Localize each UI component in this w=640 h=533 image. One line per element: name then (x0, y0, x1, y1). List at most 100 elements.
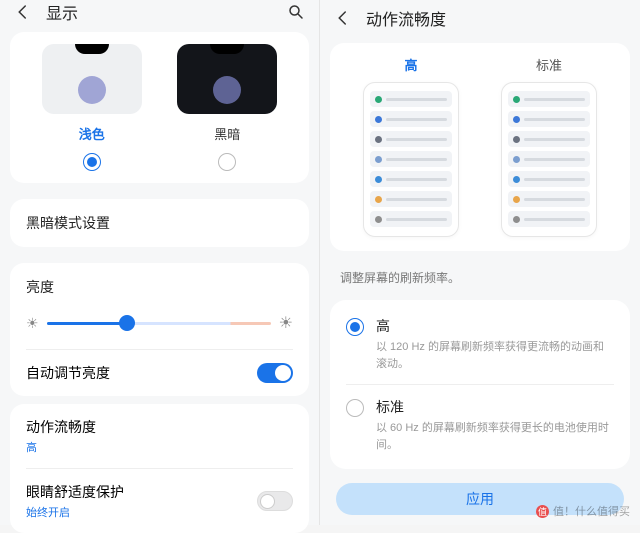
back-icon[interactable] (334, 9, 352, 27)
theme-option-dark[interactable]: 黑暗 (167, 44, 287, 143)
mini-dot-icon (375, 176, 382, 183)
refresh-option-row[interactable]: 高以 120 Hz 的屏幕刷新频率获得更流畅的动画和滚动。 (330, 304, 630, 384)
display-settings-pane: 显示 浅色 黑暗 (0, 0, 320, 525)
mini-list-item (508, 131, 590, 147)
preview-standard-col: 标准 (480, 55, 618, 237)
auto-brightness-label: 自动调节亮度 (26, 363, 110, 383)
mini-list-item (508, 211, 590, 227)
mini-bar (386, 98, 447, 101)
refresh-preview-card: 高 标准 (330, 43, 630, 251)
mini-dot-icon (513, 96, 520, 103)
back-icon[interactable] (14, 3, 32, 21)
mini-list-item (508, 151, 590, 167)
right-header: 动作流畅度 (320, 0, 640, 35)
refresh-option-radio[interactable] (346, 318, 364, 336)
section-label: 调整屏幕的刷新频率。 (320, 259, 640, 292)
light-theme-preview (42, 44, 142, 114)
page-title-motion: 动作流畅度 (366, 6, 626, 30)
page-title-display: 显示 (46, 0, 287, 24)
refresh-option-row[interactable]: 标准以 60 Hz 的屏幕刷新频率获得更长的电池使用时间。 (330, 385, 630, 465)
watermark: 值 值！什么值得买 (536, 503, 630, 519)
mini-bar (524, 178, 585, 181)
mini-dot-icon (375, 96, 382, 103)
mini-list-item (370, 191, 452, 207)
refresh-option-title: 高 (376, 316, 614, 336)
mini-list-item (508, 91, 590, 107)
mini-list-item (370, 131, 452, 147)
mini-dot-icon (513, 196, 520, 203)
mini-bar (386, 138, 447, 141)
mini-bar (386, 178, 447, 181)
auto-brightness-toggle[interactable] (257, 363, 293, 383)
mini-bar (524, 138, 585, 141)
left-header: 显示 (0, 0, 319, 24)
preview-standard-label: 标准 (536, 55, 562, 74)
brightness-thumb[interactable] (119, 315, 135, 331)
mini-bar (386, 158, 447, 161)
mini-bar (524, 118, 585, 121)
refresh-option-desc: 以 120 Hz 的屏幕刷新频率获得更流畅的动画和滚动。 (376, 339, 614, 372)
mini-list-item (508, 111, 590, 127)
dark-mode-settings-row[interactable]: 黑暗模式设置 (10, 199, 309, 247)
eye-comfort-value: 始终开启 (26, 504, 124, 520)
mini-phone-high (363, 82, 459, 237)
motion-value: 高 (26, 439, 293, 455)
refresh-options-card: 高以 120 Hz 的屏幕刷新频率获得更流畅的动画和滚动。标准以 60 Hz 的… (330, 300, 630, 469)
mini-list-item (370, 171, 452, 187)
mini-dot-icon (375, 156, 382, 163)
mini-dot-icon (375, 216, 382, 223)
preview-high-col: 高 (342, 55, 480, 237)
light-theme-label: 浅色 (79, 124, 105, 143)
refresh-option-title: 标准 (376, 397, 614, 417)
refresh-option-radio[interactable] (346, 399, 364, 417)
brightness-title: 亮度 (26, 277, 293, 297)
mini-dot-icon (513, 136, 520, 143)
brightness-slider[interactable] (47, 322, 271, 325)
dark-theme-label: 黑暗 (214, 124, 240, 143)
mini-bar (524, 218, 585, 221)
dark-mode-settings-label: 黑暗模式设置 (26, 215, 110, 231)
mini-dot-icon (375, 196, 382, 203)
mini-list-item (370, 211, 452, 227)
mini-phone-standard (501, 82, 597, 237)
watermark-text: 值！什么值得买 (553, 503, 630, 519)
light-theme-radio[interactable] (83, 153, 101, 171)
mini-dot-icon (513, 176, 520, 183)
mini-list-item (508, 171, 590, 187)
motion-title: 动作流畅度 (26, 417, 293, 437)
dark-theme-preview (177, 44, 277, 114)
mini-dot-icon (375, 116, 382, 123)
mini-bar (386, 198, 447, 201)
watermark-icon: 值 (536, 505, 549, 518)
mini-dot-icon (375, 136, 382, 143)
mini-dot-icon (513, 156, 520, 163)
theme-option-light[interactable]: 浅色 (32, 44, 152, 143)
sun-high-icon: ☀︎ (279, 313, 293, 333)
mini-list-item (370, 111, 452, 127)
eye-comfort-row[interactable]: 眼睛舒适度保护 始终开启 (10, 469, 309, 533)
display-options-card: 动作流畅度 高 眼睛舒适度保护 始终开启 (10, 404, 309, 533)
mini-bar (386, 218, 447, 221)
mini-list-item (370, 91, 452, 107)
motion-smoothness-pane: 动作流畅度 高 标准 调整屏幕的刷新频率。 高以 120 Hz 的屏幕刷新频率获… (320, 0, 640, 525)
eye-comfort-title: 眼睛舒适度保护 (26, 482, 124, 502)
mini-bar (524, 98, 585, 101)
motion-smoothness-row[interactable]: 动作流畅度 高 (10, 404, 309, 468)
search-icon[interactable] (287, 3, 305, 21)
preview-high-label: 高 (404, 55, 417, 74)
eye-comfort-toggle[interactable] (257, 491, 293, 511)
mini-list-item (508, 191, 590, 207)
dark-theme-radio[interactable] (218, 153, 236, 171)
theme-card: 浅色 黑暗 (10, 32, 309, 183)
apply-label: 应用 (466, 489, 494, 509)
mini-dot-icon (513, 116, 520, 123)
refresh-option-desc: 以 60 Hz 的屏幕刷新频率获得更长的电池使用时间。 (376, 420, 614, 453)
mini-bar (386, 118, 447, 121)
mini-dot-icon (513, 216, 520, 223)
sun-low-icon: ☀︎ (26, 315, 39, 332)
auto-brightness-row[interactable]: 自动调节亮度 (10, 350, 309, 396)
mini-bar (524, 158, 585, 161)
mini-list-item (370, 151, 452, 167)
mini-bar (524, 198, 585, 201)
brightness-card: 亮度 ☀︎ ☀︎ (10, 263, 309, 349)
